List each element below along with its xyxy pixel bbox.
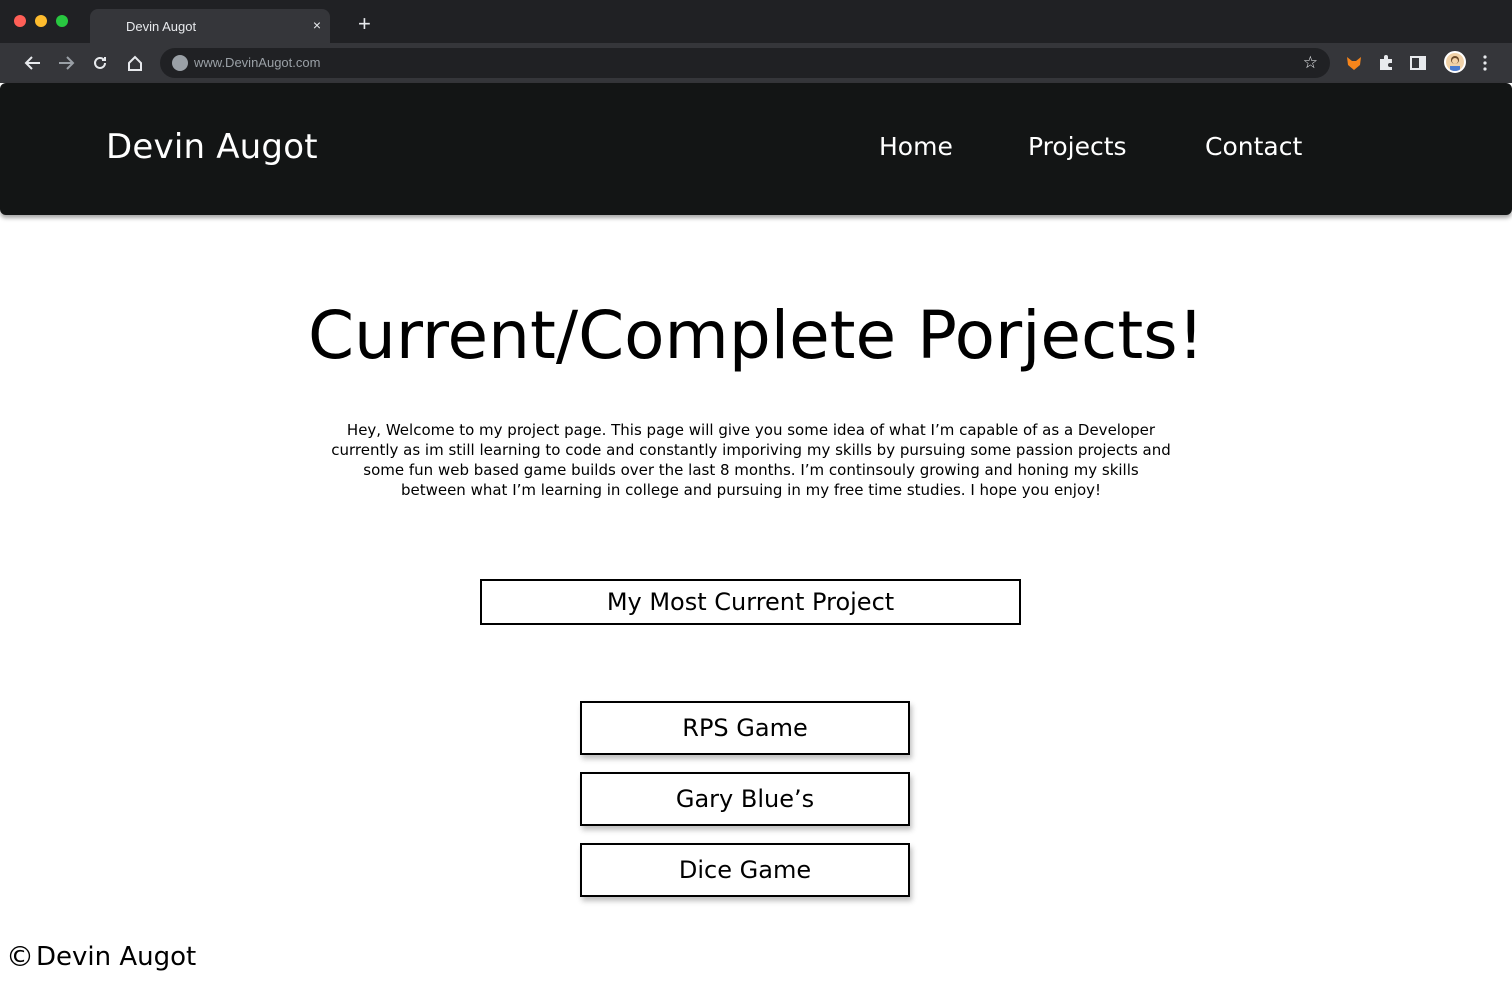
footer: © Devin Augot [6,940,196,973]
page-title: Current/Complete Porjects! [307,297,1205,374]
browser-tab[interactable]: Devin Augot × [90,9,330,43]
site-info-icon[interactable] [172,55,188,71]
tab-title: Devin Augot [126,19,197,34]
minimize-window-button[interactable] [35,15,47,27]
close-window-button[interactable] [14,15,26,27]
copyright-icon: © [6,940,34,973]
project-button-rps-game[interactable]: RPS Game [580,701,910,755]
nav-home-link[interactable]: Home [879,132,953,161]
side-panel-icon[interactable] [1407,52,1429,74]
site-brand[interactable]: Devin Augot [106,127,318,167]
kebab-menu-icon[interactable] [1474,52,1496,74]
footer-name: Devin Augot [36,941,197,972]
intro-paragraph: Hey, Welcome to my project page. This pa… [331,421,1171,499]
reload-icon[interactable] [89,52,111,74]
site-header: Devin Augot Home Projects Contact [0,83,1512,215]
project-button-dice-game[interactable]: Dice Game [580,843,910,897]
browser-tab-bar: Devin Augot × + [0,0,1512,43]
puzzle-extension-icon[interactable] [1375,52,1397,74]
browser-toolbar: www.DevinAugot.com ☆ [0,43,1512,83]
nav-contact-link[interactable]: Contact [1205,132,1302,161]
fox-extension-icon[interactable] [1343,52,1365,74]
tab-close-icon[interactable]: × [313,17,321,33]
url-text[interactable]: www.DevinAugot.com [194,55,320,70]
maximize-window-button[interactable] [56,15,68,27]
bookmark-star-icon[interactable]: ☆ [1303,53,1318,73]
address-bar[interactable]: www.DevinAugot.com ☆ [160,48,1330,78]
profile-avatar[interactable] [1444,51,1466,73]
forward-icon[interactable] [55,52,77,74]
new-tab-button[interactable]: + [358,13,371,35]
home-icon[interactable] [124,52,146,74]
current-project-button[interactable]: My Most Current Project [480,579,1021,625]
project-button-gary-blues[interactable]: Gary Blue’s [580,772,910,826]
back-icon[interactable] [22,52,44,74]
nav-projects-link[interactable]: Projects [1028,132,1127,161]
